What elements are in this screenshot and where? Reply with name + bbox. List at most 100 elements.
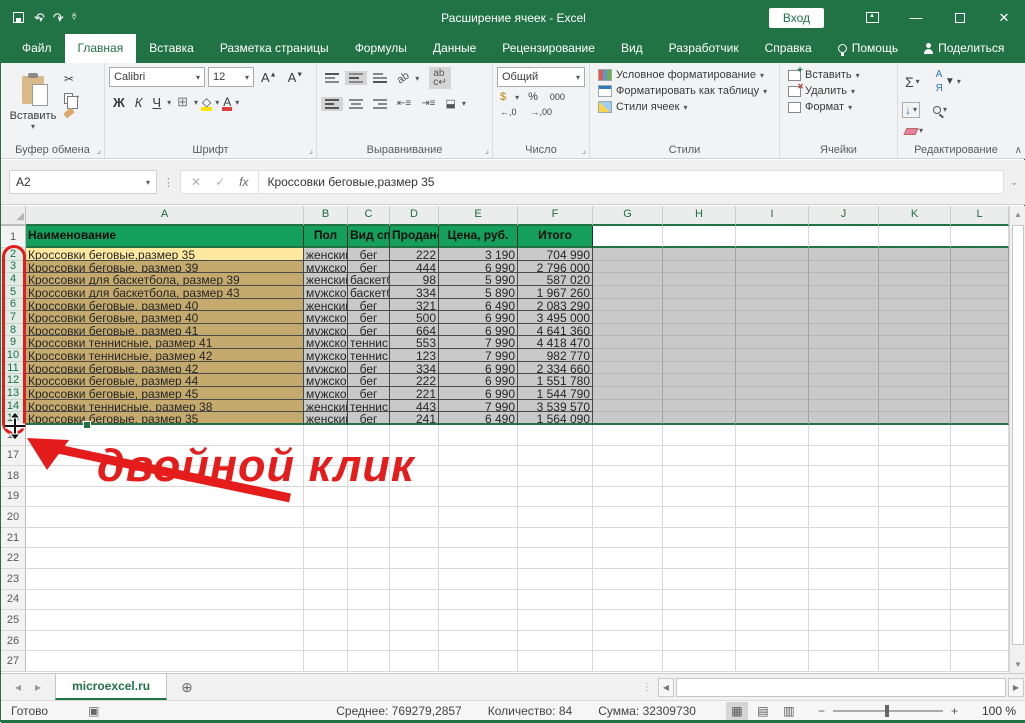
orientation-button[interactable]: ab	[390, 66, 416, 91]
cell-L17[interactable]	[951, 446, 1009, 467]
cell-K10[interactable]	[879, 349, 951, 362]
cell-L27[interactable]	[951, 651, 1009, 672]
cell-J21[interactable]	[809, 528, 879, 549]
save-icon[interactable]	[13, 12, 24, 23]
cell-A27[interactable]	[26, 651, 304, 672]
cell-I16[interactable]	[736, 425, 809, 446]
cell-F6[interactable]: 2 083 290	[518, 299, 593, 312]
cell-K19[interactable]	[879, 487, 951, 508]
cell-F21[interactable]	[518, 528, 593, 549]
cell-I12[interactable]	[736, 374, 809, 387]
format-cells-button[interactable]: Формат▾	[784, 99, 893, 115]
row-header-19[interactable]: 19	[1, 487, 26, 508]
cell-C5[interactable]: баскетбол	[348, 286, 390, 299]
cell-E2[interactable]: 3 190	[439, 248, 518, 261]
cell-D26[interactable]	[390, 631, 439, 652]
align-right-button[interactable]	[369, 97, 391, 111]
collapse-ribbon-icon[interactable]: ∧	[1015, 145, 1022, 156]
cell-K18[interactable]	[879, 466, 951, 487]
cell-D11[interactable]: 334	[390, 362, 439, 375]
cell-J19[interactable]	[809, 487, 879, 508]
cell-K22[interactable]	[879, 548, 951, 569]
cell-L15[interactable]	[951, 412, 1009, 425]
cell-G18[interactable]	[593, 466, 663, 487]
cell-E5[interactable]: 5 890	[439, 286, 518, 299]
hscroll-right-icon[interactable]: ▶	[1008, 678, 1024, 697]
column-header-J[interactable]: J	[809, 206, 879, 226]
cell-A26[interactable]	[26, 631, 304, 652]
cell-C6[interactable]: бег	[348, 299, 390, 312]
page-layout-view-icon[interactable]: ▤	[752, 702, 774, 720]
cell-F19[interactable]	[518, 487, 593, 508]
cell-I3[interactable]	[736, 261, 809, 274]
cell-K13[interactable]	[879, 387, 951, 400]
underline-dropdown[interactable]: ▾	[167, 98, 171, 107]
cell-D27[interactable]	[390, 651, 439, 672]
cell-J9[interactable]	[809, 336, 879, 349]
delete-cells-button[interactable]: Удалить▾	[784, 83, 893, 99]
cell-E12[interactable]: 6 990	[439, 374, 518, 387]
tab-разработчик[interactable]: Разработчик	[656, 34, 752, 63]
cell-G20[interactable]	[593, 507, 663, 528]
cell-K16[interactable]	[879, 425, 951, 446]
clear-button[interactable]: ▾	[902, 123, 926, 139]
cell-D2[interactable]: 222	[390, 248, 439, 261]
cell-H5[interactable]	[663, 286, 736, 299]
cell-L2[interactable]	[951, 248, 1009, 261]
cell-J3[interactable]	[809, 261, 879, 274]
cell-J22[interactable]	[809, 548, 879, 569]
cell-J12[interactable]	[809, 374, 879, 387]
cell-F27[interactable]	[518, 651, 593, 672]
cell-B22[interactable]	[304, 548, 348, 569]
column-header-C[interactable]: C	[348, 206, 390, 226]
cell-B7[interactable]: мужской	[304, 311, 348, 324]
new-sheet-icon[interactable]: ⊕	[167, 674, 207, 700]
cell-L12[interactable]	[951, 374, 1009, 387]
cell-L24[interactable]	[951, 590, 1009, 611]
cell-L11[interactable]	[951, 362, 1009, 375]
row-header-23[interactable]: 23	[1, 569, 26, 590]
cell-E9[interactable]: 7 990	[439, 336, 518, 349]
cell-I2[interactable]	[736, 248, 809, 261]
cell-L9[interactable]	[951, 336, 1009, 349]
tab-вставка[interactable]: Вставка	[136, 34, 207, 63]
scroll-up-icon[interactable]: ▲	[1010, 206, 1025, 223]
cell-K5[interactable]	[879, 286, 951, 299]
cell-L23[interactable]	[951, 569, 1009, 590]
align-left-button[interactable]	[321, 97, 343, 111]
cell-F4[interactable]: 587 020	[518, 273, 593, 286]
cell-H3[interactable]	[663, 261, 736, 274]
cell-D21[interactable]	[390, 528, 439, 549]
cell-G16[interactable]	[593, 425, 663, 446]
cell-H22[interactable]	[663, 548, 736, 569]
cell-G1[interactable]	[593, 226, 663, 248]
cell-D8[interactable]: 664	[390, 324, 439, 337]
cell-A15[interactable]: Кроссовки беговые, размер 35	[26, 412, 304, 425]
minimize-button[interactable]: —	[894, 1, 938, 34]
cell-L8[interactable]	[951, 324, 1009, 337]
cell-A14[interactable]: Кроссовки теннисные, размер 38	[26, 400, 304, 413]
tab-файл[interactable]: Файл	[9, 34, 65, 63]
row-header-26[interactable]: 26	[1, 631, 26, 652]
cell-G10[interactable]	[593, 349, 663, 362]
cell-L4[interactable]	[951, 273, 1009, 286]
cell-B3[interactable]: мужской	[304, 261, 348, 274]
cell-H21[interactable]	[663, 528, 736, 549]
cell-I25[interactable]	[736, 610, 809, 631]
number-dialog-launcher[interactable]: ⌟	[582, 145, 586, 156]
cell-B4[interactable]: женский	[304, 273, 348, 286]
cell-G7[interactable]	[593, 311, 663, 324]
cell-I10[interactable]	[736, 349, 809, 362]
cell-G3[interactable]	[593, 261, 663, 274]
cell-B26[interactable]	[304, 631, 348, 652]
cell-B21[interactable]	[304, 528, 348, 549]
grow-font-button[interactable]: А▲	[257, 69, 281, 86]
cell-D22[interactable]	[390, 548, 439, 569]
cell-I9[interactable]	[736, 336, 809, 349]
accounting-dropdown[interactable]: ▾	[515, 93, 519, 102]
cell-H11[interactable]	[663, 362, 736, 375]
row-header-20[interactable]: 20	[1, 507, 26, 528]
cell-L7[interactable]	[951, 311, 1009, 324]
formula-input[interactable]: Кроссовки беговые,размер 35	[259, 170, 1004, 194]
cell-I11[interactable]	[736, 362, 809, 375]
